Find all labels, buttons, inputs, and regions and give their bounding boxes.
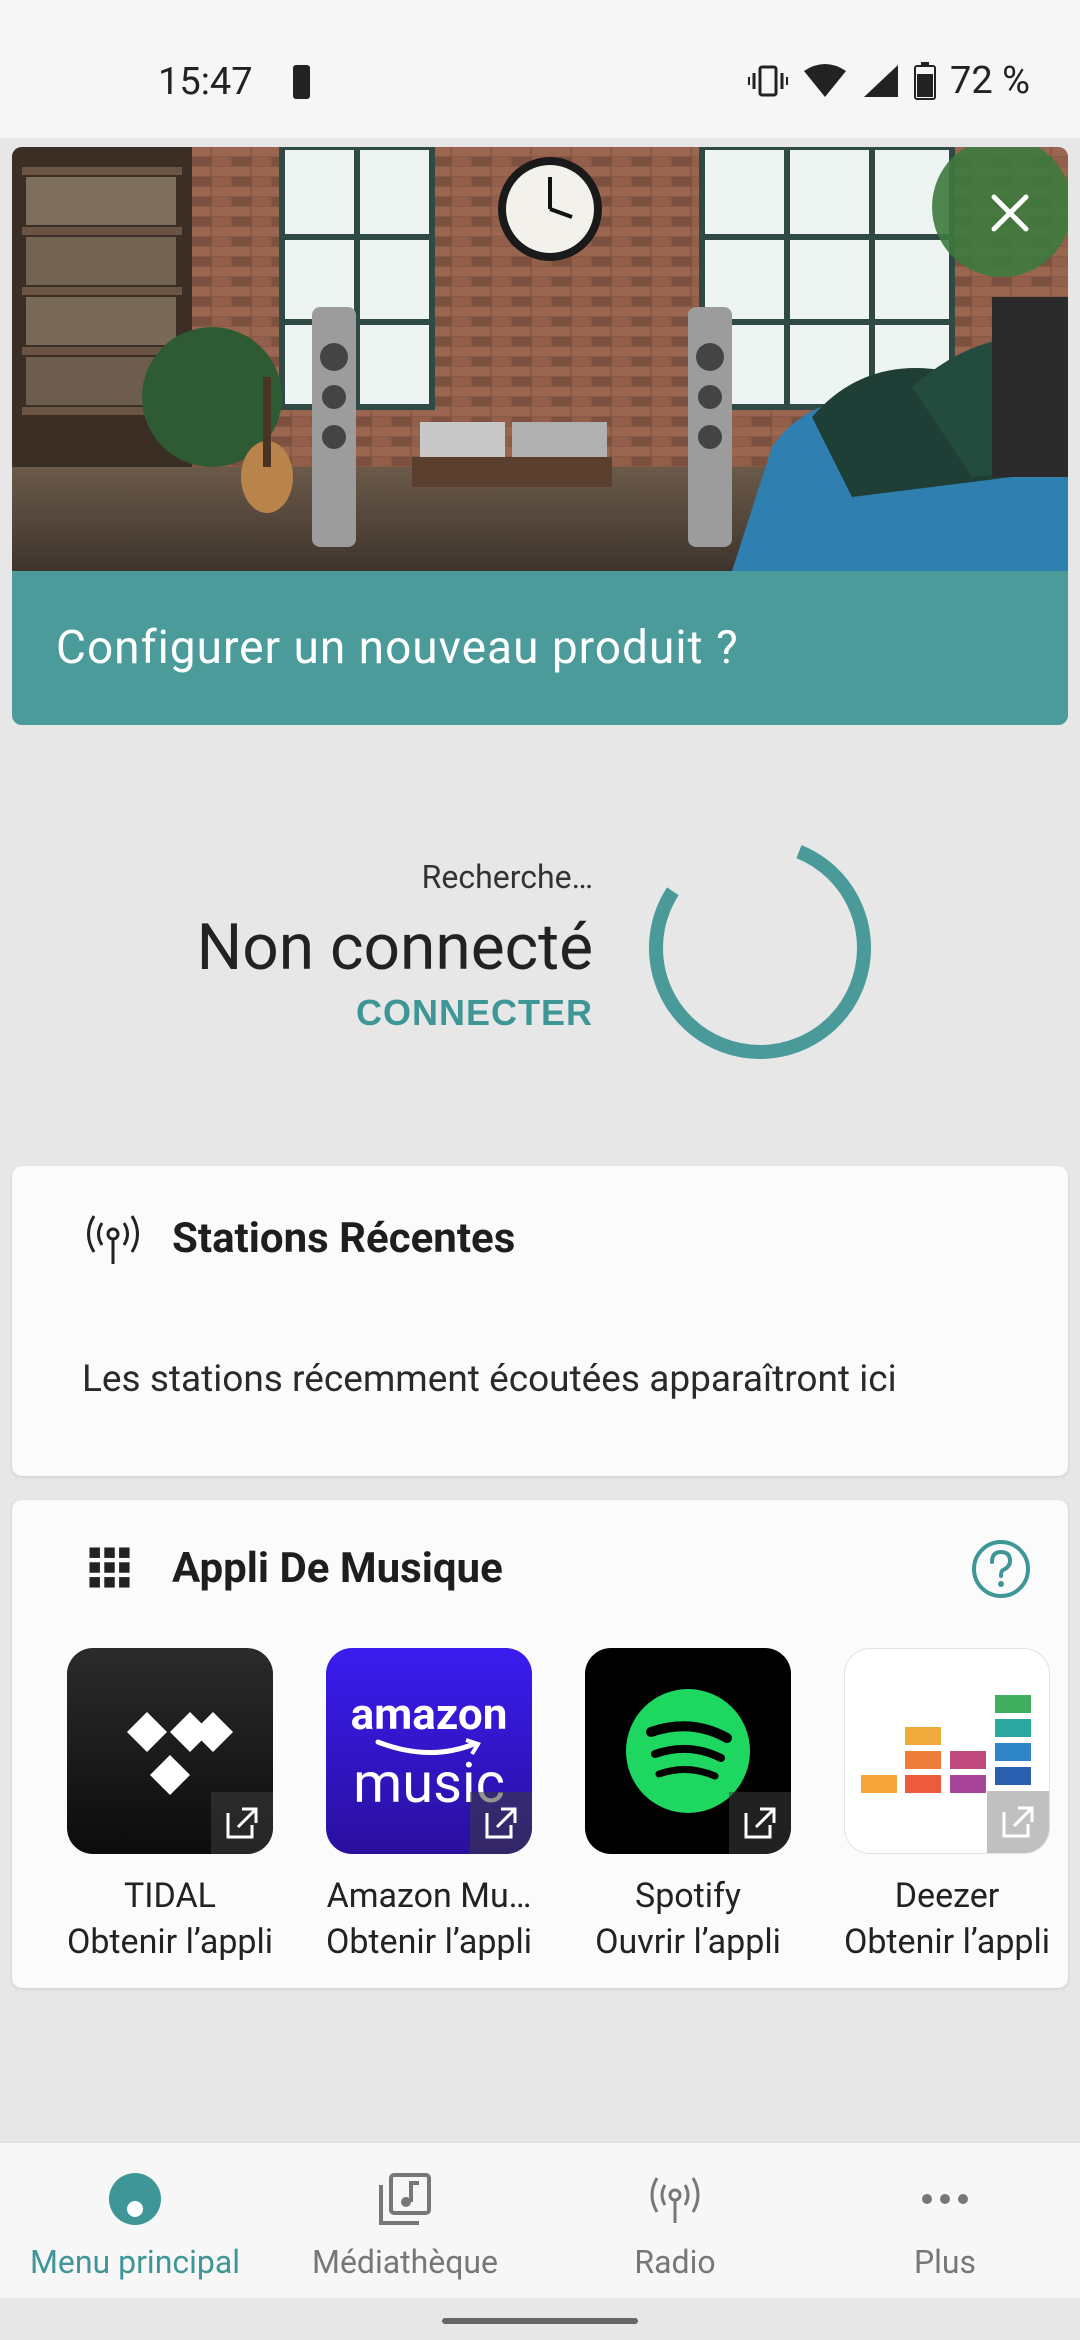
app-action: Ouvrir l’appli bbox=[595, 1922, 781, 1962]
nav-label: Radio bbox=[634, 2243, 716, 2281]
recent-stations-empty-message: Les stations récemment écoutées apparaît… bbox=[82, 1358, 897, 1401]
close-button[interactable] bbox=[980, 183, 1040, 243]
hero-image bbox=[12, 147, 1068, 571]
battery-icon bbox=[293, 65, 310, 99]
setup-banner[interactable]: Configurer un nouveau produit ? bbox=[12, 571, 1068, 725]
nav-label: Plus bbox=[913, 2243, 977, 2281]
app-action: Obtenir l’appli bbox=[66, 1922, 274, 1962]
app-name: Amazon Mu… bbox=[326, 1876, 532, 1916]
music-apps-card: Appli De Musique TIDAL Obtenir l’appli a… bbox=[12, 1500, 1068, 1988]
searching-label: Recherche… bbox=[421, 858, 593, 896]
spotify-logo bbox=[585, 1648, 791, 1854]
close-icon bbox=[991, 194, 1029, 232]
home-indicator[interactable] bbox=[442, 2318, 638, 2324]
amazon-logo-text: amazon bbox=[350, 1688, 508, 1740]
app-action: Obtenir l’appli bbox=[325, 1922, 533, 1962]
app-action: Obtenir l’appli bbox=[843, 1922, 1051, 1962]
connect-button[interactable]: CONNECTER bbox=[356, 992, 593, 1034]
connection-status: Non connecté bbox=[196, 910, 593, 985]
status-bar: 15:47 72 % bbox=[0, 0, 1080, 138]
radio-antenna-icon bbox=[650, 2177, 700, 2223]
radio-antenna-icon bbox=[87, 1215, 139, 1264]
nav-label: Médiathèque bbox=[312, 2243, 498, 2281]
external-link-icon bbox=[470, 1792, 532, 1854]
nav-plus[interactable]: Plus bbox=[810, 2143, 1080, 2299]
loading-spinner bbox=[649, 837, 871, 1059]
nav-menu-principal[interactable]: Menu principal bbox=[0, 2143, 270, 2299]
new-product-card[interactable]: Configurer un nouveau produit ? bbox=[12, 147, 1068, 725]
deezer-logo bbox=[844, 1648, 1050, 1854]
home-dot-icon bbox=[109, 2173, 161, 2225]
recent-stations-card: Stations Récentes Les stations récemment… bbox=[12, 1166, 1068, 1476]
music-library-icon bbox=[379, 2173, 431, 2225]
battery-percent: 72 % bbox=[950, 59, 1030, 103]
status-icons: 72 % bbox=[748, 56, 1030, 106]
help-icon[interactable] bbox=[970, 1538, 1032, 1600]
vibrate-icon bbox=[748, 65, 789, 97]
signal-icon bbox=[864, 65, 899, 97]
nav-label: Menu principal bbox=[29, 2243, 241, 2281]
music-apps-title: Appli De Musique bbox=[172, 1544, 503, 1593]
wifi-icon bbox=[804, 64, 847, 97]
app-name: Spotify bbox=[635, 1876, 741, 1916]
amazon-music-logo: amazon music bbox=[326, 1648, 532, 1854]
bottom-navigation: Menu principal Médiathèque Radio Plus bbox=[0, 2142, 1080, 2298]
recent-stations-title: Stations Récentes bbox=[172, 1214, 516, 1263]
status-time: 15:47 bbox=[158, 60, 253, 104]
app-deezer[interactable]: Deezer Obtenir l’appli bbox=[837, 1648, 1057, 1962]
external-link-icon bbox=[987, 1791, 1049, 1853]
app-amazon-music[interactable]: amazon music Amazon Mu… Obtenir l’appli bbox=[319, 1648, 539, 1962]
app-name: Deezer bbox=[894, 1876, 1000, 1916]
external-link-icon bbox=[729, 1792, 791, 1854]
connection-status-area: Recherche… Non connecté CONNECTER bbox=[0, 820, 1080, 1100]
nav-mediatheque[interactable]: Médiathèque bbox=[270, 2143, 540, 2299]
setup-title: Configurer un nouveau produit ? bbox=[56, 621, 739, 675]
external-link-icon bbox=[211, 1792, 273, 1854]
app-name: TIDAL bbox=[124, 1876, 216, 1916]
app-spotify[interactable]: Spotify Ouvrir l’appli bbox=[578, 1648, 798, 1962]
app-tidal[interactable]: TIDAL Obtenir l’appli bbox=[60, 1648, 280, 1962]
tidal-logo bbox=[67, 1648, 273, 1854]
more-dots-icon bbox=[922, 2194, 968, 2204]
grid-icon bbox=[89, 1547, 130, 1588]
nav-radio[interactable]: Radio bbox=[540, 2143, 810, 2299]
battery-icon bbox=[914, 62, 937, 100]
